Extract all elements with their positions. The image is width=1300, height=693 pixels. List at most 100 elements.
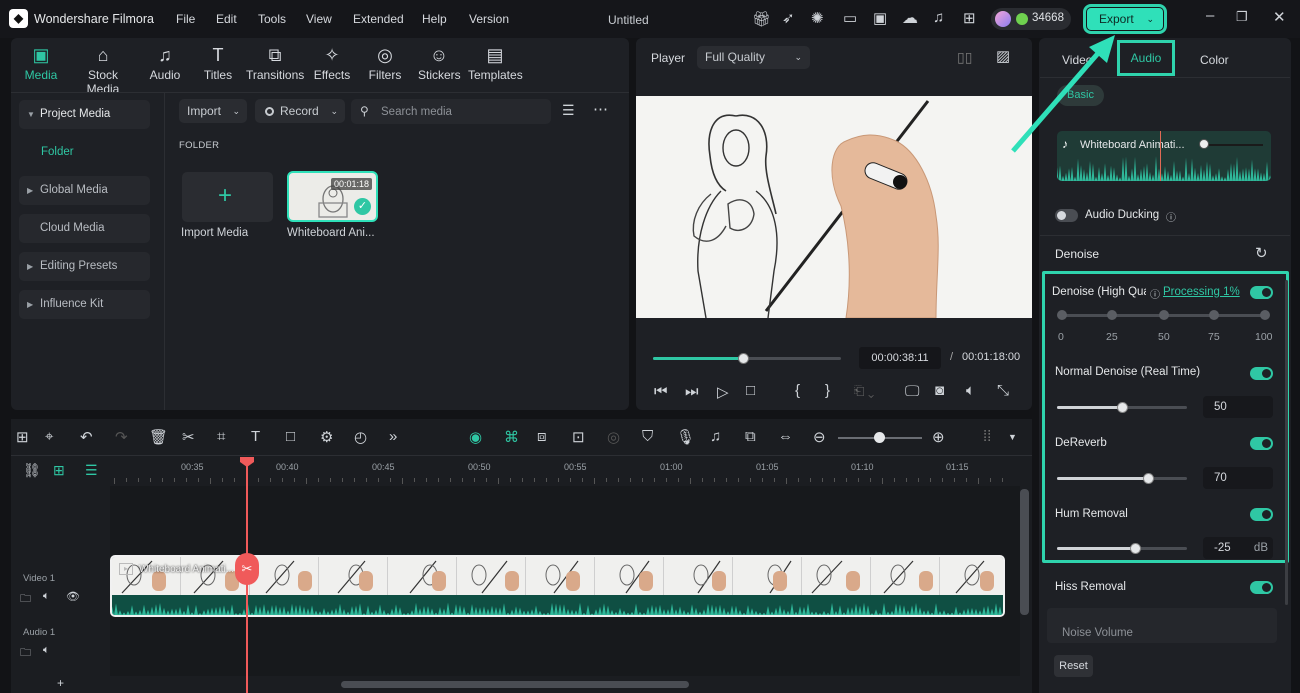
sidebar-item-project-media[interactable]: ▼ Project Media (19, 100, 150, 129)
split-scissors-icon[interactable]: ✂ (235, 553, 259, 585)
slider-knob[interactable] (1130, 543, 1141, 554)
camera-icon[interactable]: ◙ (935, 382, 944, 399)
dereverb-value[interactable]: 70 (1203, 467, 1273, 489)
volume-knob[interactable] (1199, 139, 1209, 149)
hum-removal-toggle[interactable] (1250, 508, 1273, 521)
play-icon[interactable]: ▷ (717, 383, 729, 401)
timeline-vertical-scrollbar[interactable] (1020, 489, 1029, 615)
loading-icon[interactable]: ✺ (811, 9, 824, 27)
scale-dot[interactable] (1260, 310, 1270, 320)
help-icon[interactable]: ⓘ (1166, 209, 1176, 224)
snap-icon[interactable]: ⌘ (504, 428, 519, 446)
eye-icon[interactable]: 👁︎ (66, 590, 80, 603)
speaker-icon[interactable]: 🔈︎ (43, 644, 50, 657)
group-icon[interactable]: ⊞ (53, 462, 65, 479)
next-frame-icon[interactable]: ⏭︎ (685, 383, 699, 400)
ai-effect-icon[interactable]: ⚙ (320, 428, 333, 446)
gift-icon[interactable]: 🎁︎ (752, 10, 771, 28)
processing-link[interactable]: Processing 1% (1163, 286, 1240, 298)
crop-icon[interactable]: ⌗ (217, 428, 225, 445)
grid-icon[interactable]: ⊞ (963, 9, 976, 27)
menu-extended[interactable]: Extended (353, 12, 404, 26)
zoom-knob[interactable] (874, 432, 885, 443)
tab-templates[interactable]: ▤ Templates (468, 44, 523, 82)
more-tools-icon[interactable]: » (389, 428, 397, 445)
chevron-down-icon[interactable]: ▼ (1008, 432, 1017, 442)
filter-sort-icon[interactable]: ☰ (562, 102, 575, 119)
insert-icon[interactable]: ⎗ ⌄ (854, 383, 874, 399)
normal-denoise-value[interactable]: 50 (1203, 396, 1273, 418)
shield-icon[interactable]: ⛉ (642, 428, 653, 445)
layout-icon[interactable]: ▭ (843, 9, 857, 27)
hum-removal-value[interactable]: -25 dB (1203, 537, 1273, 559)
layout-grid-icon[interactable]: ⊞ (16, 428, 29, 446)
fit-icon[interactable]: ⇔ (778, 428, 793, 445)
menu-edit[interactable]: Edit (216, 12, 237, 26)
menu-view[interactable]: View (306, 12, 332, 26)
sidebar-item-influence-kit[interactable]: ▶ Influence Kit (19, 290, 150, 319)
microphone-icon[interactable]: 🎙︎ (676, 428, 695, 446)
tab-stickers[interactable]: ☺ Stickers (418, 44, 461, 82)
record-camera-icon[interactable]: ⊡ (572, 428, 585, 446)
folder-icon[interactable]: 🗀︎ (20, 644, 31, 663)
speed-icon[interactable]: ◴ (354, 428, 367, 446)
sidebar-item-global-media[interactable]: ▶ Global Media (19, 176, 150, 205)
timeline-horizontal-scrollbar[interactable] (341, 681, 689, 688)
folder-icon[interactable]: 🗀︎ (20, 590, 31, 609)
search-input[interactable]: Search media (381, 106, 452, 118)
sidebar-item-cloud-media[interactable]: Cloud Media (19, 214, 150, 243)
audio-ducking-toggle[interactable] (1055, 209, 1078, 222)
speaker-icon[interactable]: 🔈︎ (43, 590, 50, 603)
scale-dot[interactable] (1107, 310, 1117, 320)
tab-audio-properties[interactable]: Audio (1117, 40, 1175, 76)
tab-transitions[interactable]: ⧉ Transitions (246, 44, 304, 82)
close-icon[interactable]: ✕ (1273, 8, 1286, 26)
volume-icon[interactable]: 🔈︎ (966, 382, 975, 399)
import-button[interactable]: Import ⌄ (179, 99, 247, 123)
cloud-upload-icon[interactable]: ☁ (902, 8, 918, 28)
slider-knob[interactable] (1143, 473, 1154, 484)
add-track-icon[interactable]: + (57, 676, 64, 690)
reset-button[interactable]: Reset (1054, 655, 1093, 677)
tab-audio[interactable]: ♫ Audio (147, 44, 183, 82)
import-media-tile[interactable]: + (182, 172, 273, 222)
track-add-icon[interactable]: ☰ (85, 462, 98, 479)
normal-denoise-toggle[interactable] (1250, 367, 1273, 380)
tab-stock-media[interactable]: ⌂ Stock Media (70, 44, 136, 96)
shape-icon[interactable]: □ (286, 428, 295, 445)
hiss-removal-toggle[interactable] (1250, 581, 1273, 594)
save-icon[interactable]: ▣ (873, 9, 887, 27)
scissors-icon[interactable]: ✂ (182, 428, 195, 446)
zoom-in-icon[interactable]: ⊕ (932, 428, 945, 446)
ai-denoise-toggle[interactable] (1250, 286, 1273, 299)
mark-out-icon[interactable]: } (825, 382, 830, 399)
scale-dot[interactable] (1057, 310, 1067, 320)
redo-icon[interactable]: ↷ (115, 428, 128, 446)
help-icon[interactable]: ⓘ (1150, 286, 1160, 301)
tab-filters[interactable]: ◎ Filters (367, 44, 403, 82)
more-options-icon[interactable]: ⋯ (593, 100, 608, 118)
restore-icon[interactable]: ❐ (1236, 9, 1248, 25)
current-time-box[interactable]: 00:00:38:11 (859, 347, 941, 369)
export-button[interactable]: Export ⌄ (1083, 4, 1167, 34)
previous-frame-icon[interactable]: ⏮︎ (654, 383, 668, 400)
ai-assistant-icon[interactable]: ◉ (469, 428, 482, 446)
menu-tools[interactable]: Tools (258, 12, 286, 26)
tab-effects[interactable]: ✧ Effects (313, 44, 351, 82)
dereverb-toggle[interactable] (1250, 437, 1273, 450)
media-clip-thumbnail[interactable]: 00:01:18 ✓ (287, 171, 378, 222)
disabled-tool-icon[interactable]: ◎ (607, 428, 620, 446)
track-layout-icon[interactable]: ⁞⁞ (983, 428, 991, 445)
slider-knob[interactable] (1117, 402, 1128, 413)
undo-icon[interactable]: ↶ (80, 428, 93, 446)
replace-icon[interactable]: ⧉ (745, 428, 756, 445)
send-icon[interactable]: ➶ (782, 9, 795, 27)
auto-caption-icon[interactable]: ⧈ (537, 428, 547, 445)
audio-mix-icon[interactable]: ♫ (710, 428, 721, 445)
link-icon[interactable]: ⛓ (23, 462, 41, 479)
playback-progress-track[interactable] (653, 353, 841, 364)
record-button[interactable]: Record ⌄ (255, 99, 345, 123)
sidebar-item-folder[interactable]: Folder (41, 146, 74, 158)
headset-icon[interactable]: ♫ (933, 9, 944, 26)
scale-dot[interactable] (1209, 310, 1219, 320)
